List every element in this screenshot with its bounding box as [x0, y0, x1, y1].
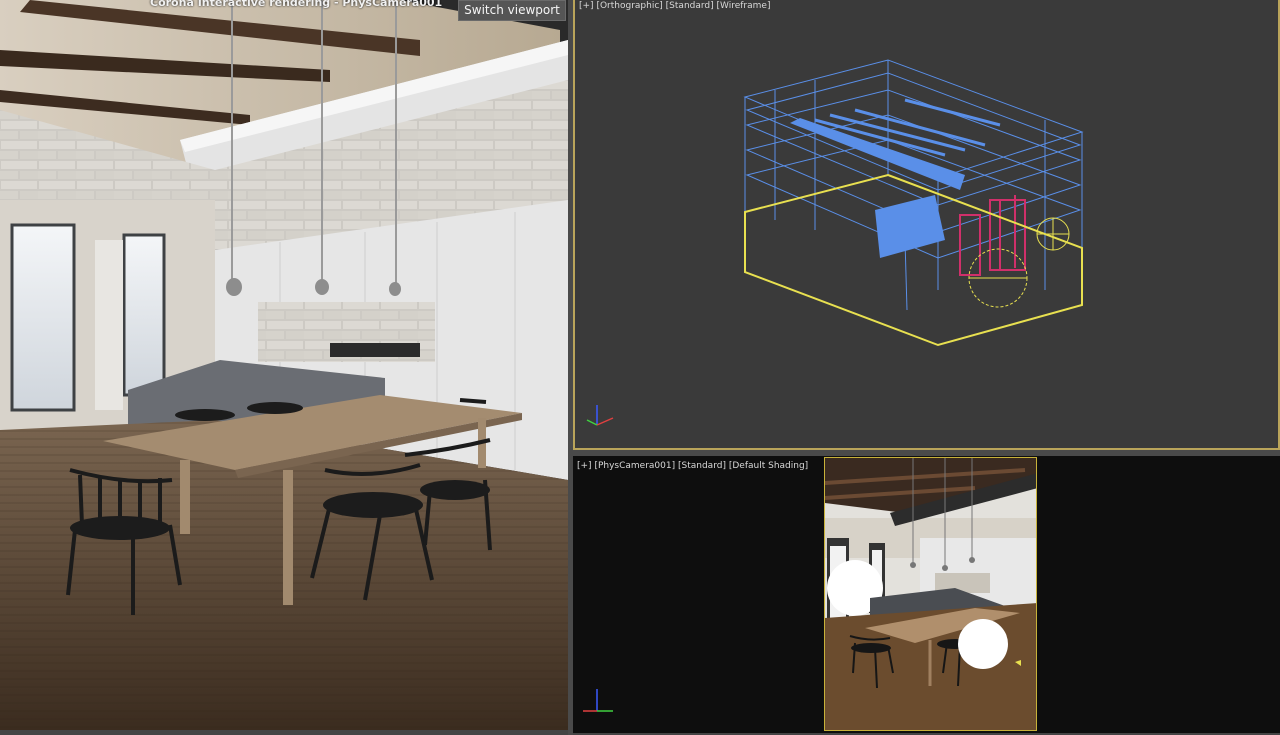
wireframe-scene — [586, 59, 1084, 426]
camera-preview-image — [825, 458, 1036, 730]
3dsmax-workspace: Corona Interactive rendering - PhysCamer… — [0, 0, 1280, 735]
camera-viewport[interactable]: [+] [PhysCamera001] [Standard] [Default … — [573, 456, 1280, 733]
render-window-title: Corona Interactive rendering - PhysCamer… — [150, 0, 443, 9]
switch-viewport-button[interactable]: Switch viewport — [458, 0, 566, 21]
viewport-label-camera: [+] [PhysCamera001] [Standard] [Default … — [577, 461, 808, 471]
viewport-menu-view[interactable]: [PhysCamera001] — [594, 461, 675, 471]
safe-frame — [824, 457, 1037, 731]
world-axis-icon — [583, 689, 613, 712]
world-axis-icon — [586, 405, 614, 426]
interactive-render-viewport[interactable]: Corona Interactive rendering - PhysCamer… — [0, 0, 568, 730]
orthographic-viewport[interactable]: [+] [Orthographic] [Standard] [Wireframe… — [573, 0, 1280, 450]
rendered-room-image — [0, 0, 568, 730]
viewport-menu-shading[interactable]: [Default Shading] — [729, 461, 808, 471]
viewport-menu-plus[interactable]: [+] — [577, 461, 592, 471]
viewport-menu-style[interactable]: [Standard] — [678, 461, 726, 471]
